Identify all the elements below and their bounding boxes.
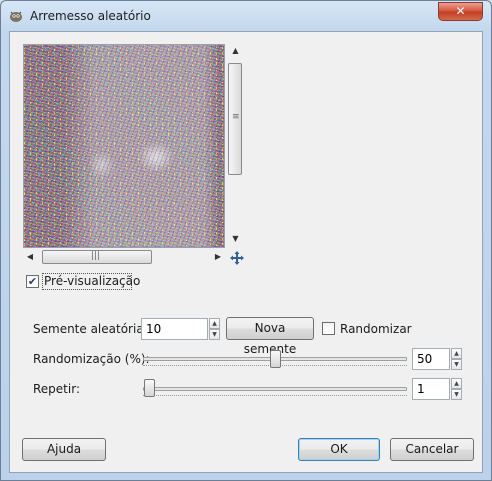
scroll-left-icon[interactable]: ◀ [23, 250, 37, 264]
randomization-spinner[interactable]: ▲ ▼ [451, 348, 462, 370]
scroll-right-icon[interactable]: ▶ [211, 250, 225, 264]
seed-input[interactable] [141, 318, 208, 340]
grip-icon: ≡ [232, 112, 240, 122]
seed-label: Semente aleatória: [33, 322, 148, 336]
dialog-content: ▲ ≡ ▼ ◀ ||| ▶ ✔ Pré-visualização Semente… [9, 31, 483, 473]
spin-down-icon[interactable]: ▼ [451, 389, 462, 400]
ok-button[interactable]: OK [298, 438, 380, 461]
randomization-label: Randomização (%): [33, 352, 150, 366]
spin-down-icon[interactable]: ▼ [451, 359, 462, 370]
close-button[interactable]: ✕ [438, 2, 483, 21]
vertical-scroll-thumb[interactable]: ≡ [228, 63, 242, 175]
randomize-checkbox[interactable] [322, 322, 335, 335]
grip-icon: ||| [91, 251, 101, 261]
randomization-slider-handle[interactable] [269, 350, 281, 368]
gimp-icon [10, 11, 22, 22]
repeat-input[interactable] [412, 378, 450, 400]
repeat-label: Repetir: [33, 382, 80, 396]
repeat-slider-handle[interactable] [144, 379, 155, 397]
randomization-input[interactable] [412, 348, 450, 370]
preview-checkbox[interactable]: ✔ [26, 275, 39, 288]
title-bar: Arremesso aleatório ✕ [1, 1, 491, 31]
close-icon: ✕ [455, 4, 466, 18]
spin-up-icon[interactable]: ▲ [209, 318, 220, 329]
help-button[interactable]: Ajuda [22, 438, 106, 461]
repeat-slider-track[interactable] [143, 387, 407, 391]
repeat-spinner[interactable]: ▲ ▼ [451, 378, 462, 400]
preview-label: Pré-visualização [44, 274, 141, 288]
repeat-slider-ticks [143, 395, 407, 396]
scroll-up-icon[interactable]: ▲ [227, 44, 244, 58]
window-title: Arremesso aleatório [30, 9, 151, 23]
spin-up-icon[interactable]: ▲ [451, 378, 462, 389]
spin-up-icon[interactable]: ▲ [451, 348, 462, 359]
preview-horizontal-scrollbar[interactable]: ◀ ||| ▶ [23, 249, 225, 266]
randomize-label: Randomizar [340, 322, 412, 336]
horizontal-scroll-thumb[interactable]: ||| [42, 250, 152, 264]
scroll-down-icon[interactable]: ▼ [227, 232, 244, 246]
seed-spinner[interactable]: ▲ ▼ [209, 318, 220, 340]
spin-down-icon[interactable]: ▼ [209, 329, 220, 340]
dialog-window: Arremesso aleatório ✕ ▲ ≡ ▼ ◀ ||| ▶ ✔ Pr… [0, 0, 492, 481]
cancel-button[interactable]: Cancelar [390, 438, 474, 461]
preview-area[interactable] [23, 44, 225, 248]
preview-vertical-scrollbar[interactable]: ▲ ≡ ▼ [227, 44, 244, 248]
preview-noise-overlay [24, 45, 224, 247]
navigate-icon[interactable] [229, 250, 245, 266]
new-seed-button[interactable]: Nova semente [226, 317, 314, 356]
